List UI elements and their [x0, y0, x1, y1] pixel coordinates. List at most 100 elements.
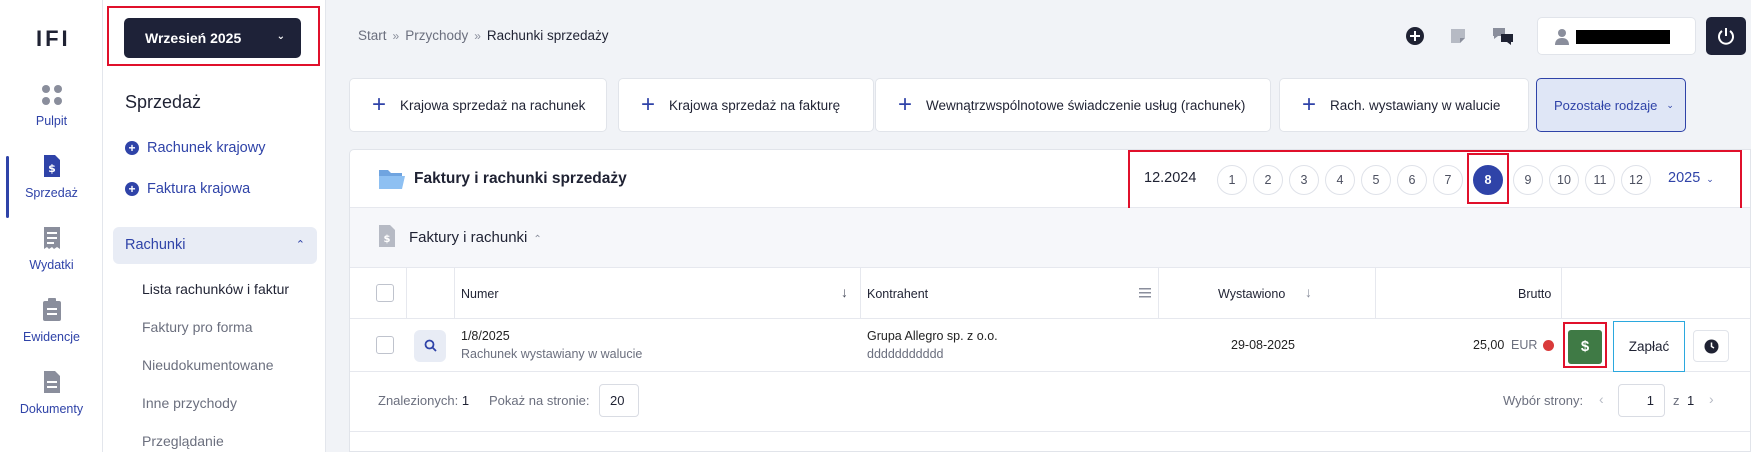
- power-icon: [1718, 28, 1734, 45]
- per-page-label: Pokaż na stronie:: [489, 393, 590, 408]
- column-divider: [454, 268, 455, 318]
- month-pill-7[interactable]: 7: [1433, 165, 1463, 195]
- rail-item-pulpit[interactable]: Pulpit: [0, 84, 103, 156]
- sidebar-item-nieudokumentowane[interactable]: Nieudokumentowane: [142, 357, 274, 373]
- column-header-issued[interactable]: Wystawiono: [1218, 287, 1285, 301]
- action-label: Krajowa sprzedaż na rachunek: [400, 97, 586, 113]
- contractor-note: ddddddddddd: [867, 347, 944, 361]
- chevron-up-icon: ⌃: [533, 234, 542, 245]
- month-pill-2[interactable]: 2: [1253, 165, 1283, 195]
- logout-button[interactable]: [1706, 17, 1746, 55]
- of-label: z: [1673, 393, 1680, 408]
- rail-item-ewidencje[interactable]: Ewidencje: [0, 298, 103, 370]
- accordion-rachunki[interactable]: Rachunki ⌃: [113, 227, 317, 264]
- invoices-card: Faktury i rachunki sprzedaży 12.2024 1 2…: [349, 149, 1751, 452]
- column-divider: [860, 268, 861, 318]
- month-selector-button[interactable]: Wrzesień 2025 ⌄: [124, 18, 301, 58]
- month-pill-6[interactable]: 6: [1397, 165, 1427, 195]
- breadcrumb: Start » Przychody » Rachunki sprzedaży: [358, 28, 608, 43]
- plus-circle-icon: +: [125, 182, 139, 196]
- sort-down-icon[interactable]: ↓: [1305, 284, 1312, 300]
- rail-label: Wydatki: [29, 258, 74, 272]
- chevron-left-icon[interactable]: ‹: [1599, 391, 1604, 407]
- note-icon[interactable]: [1448, 26, 1468, 46]
- per-page-input[interactable]: 20: [599, 384, 639, 417]
- column-divider: [406, 268, 407, 318]
- chat-icon[interactable]: [1491, 26, 1515, 46]
- chevron-right-icon[interactable]: ›: [1709, 391, 1714, 407]
- invoice-dollar-icon: $: [379, 225, 395, 247]
- chevron-right-icon: »: [474, 28, 481, 43]
- add-circle-icon[interactable]: [1405, 26, 1425, 46]
- action-krajowa-rachunek-button[interactable]: + Krajowa sprzedaż na rachunek: [349, 78, 607, 132]
- rail-item-sprzedaz[interactable]: $ Sprzedaż: [0, 154, 103, 226]
- user-icon: [1555, 29, 1569, 45]
- action-wewnatrzwspolnotowe-button[interactable]: + Wewnątrzwspólnotowe świadczenie usług …: [875, 78, 1271, 132]
- grid-dots-icon: [41, 85, 62, 105]
- year-label: 2025: [1668, 170, 1701, 186]
- folder-open-icon: [379, 170, 405, 189]
- column-header-gross[interactable]: Brutto: [1518, 287, 1551, 301]
- action-waluta-button[interactable]: + Rach. wystawiany w walucie: [1279, 78, 1529, 132]
- unpaid-status-dot: [1543, 340, 1554, 351]
- gross-amount: 25,00: [1473, 338, 1505, 352]
- menu-lines-icon[interactable]: [1139, 287, 1151, 299]
- sidebar-item-przegladanie[interactable]: Przeglądanie: [142, 433, 224, 449]
- total-pages: 1: [1687, 393, 1695, 408]
- link-rachunek-krajowy[interactable]: + Rachunek krajowy: [125, 140, 265, 156]
- action-label: Krajowa sprzedaż na fakturę: [669, 97, 841, 113]
- search-icon: [424, 339, 437, 352]
- month-pill-5[interactable]: 5: [1361, 165, 1391, 195]
- period-label[interactable]: 12.2024: [1144, 170, 1196, 186]
- month-pill-3[interactable]: 3: [1289, 165, 1319, 195]
- action-label: Wewnątrzwspólnotowe świadczenie usług (r…: [926, 97, 1246, 113]
- rail-label: Ewidencje: [23, 330, 80, 344]
- other-types-dropdown[interactable]: Pozostałe rodzaje ⌄: [1536, 78, 1686, 132]
- table-row: 1/8/2025 Rachunek wystawiany w walucie G…: [350, 319, 1750, 372]
- month-pill-10[interactable]: 10: [1549, 165, 1579, 195]
- action-label: Rach. wystawiany w walucie: [1330, 97, 1501, 113]
- plus-icon: +: [372, 91, 387, 118]
- select-all-checkbox[interactable]: [376, 284, 394, 302]
- rail-item-dokumenty[interactable]: Dokumenty: [0, 370, 103, 442]
- chevron-up-icon: ⌃: [295, 239, 305, 251]
- page-input[interactable]: 1: [1618, 384, 1665, 417]
- accordion-label: Rachunki: [125, 237, 186, 253]
- pay-dollar-button[interactable]: $: [1568, 330, 1602, 364]
- breadcrumb-current: Rachunki sprzedaży: [486, 28, 609, 43]
- sidebar: Wrzesień 2025 ⌄ Sprzedaż + Rachunek kraj…: [103, 0, 326, 452]
- month-pill-9[interactable]: 9: [1513, 165, 1543, 195]
- month-pill-1[interactable]: 1: [1217, 165, 1247, 195]
- rail-item-wydatki[interactable]: Wydatki: [0, 226, 103, 298]
- invoice-number[interactable]: 1/8/2025: [461, 329, 510, 343]
- column-header-number[interactable]: Numer: [461, 287, 499, 301]
- table-footer: Znalezionych: 1 Pokaż na stronie: 20 Wyb…: [350, 372, 1750, 432]
- sidebar-item-pro-forma[interactable]: Faktury pro forma: [142, 319, 252, 335]
- preview-button[interactable]: [414, 330, 446, 362]
- month-pill-11[interactable]: 11: [1585, 165, 1615, 195]
- month-pill-8-active[interactable]: 8: [1473, 165, 1503, 195]
- pay-button[interactable]: Zapłać: [1613, 321, 1685, 372]
- table-header: Numer ↓ Kontrahent Wystawiono ↓ Brutto: [350, 268, 1750, 319]
- sidebar-item-inne[interactable]: Inne przychody: [142, 395, 237, 411]
- sidebar-item-lista[interactable]: Lista rachunków i faktur: [142, 281, 289, 297]
- history-button[interactable]: [1693, 330, 1729, 362]
- row-checkbox[interactable]: [376, 336, 394, 354]
- action-krajowa-faktura-button[interactable]: + Krajowa sprzedaż na fakturę: [618, 78, 874, 132]
- rail-label: Sprzedaż: [25, 186, 78, 200]
- breadcrumb-item[interactable]: Start: [358, 28, 387, 43]
- column-header-contractor[interactable]: Kontrahent: [867, 287, 928, 301]
- receipt-icon: [43, 227, 60, 249]
- section-title: Sprzedaż: [125, 92, 202, 112]
- link-faktura-krajowa[interactable]: + Faktura krajowa: [125, 181, 250, 197]
- sort-down-icon[interactable]: ↓: [841, 284, 848, 300]
- contractor-name: Grupa Allegro sp. z o.o.: [867, 329, 998, 343]
- currency: EUR: [1511, 338, 1538, 352]
- breadcrumb-item[interactable]: Przychody: [405, 28, 468, 43]
- month-pill-12[interactable]: 12: [1621, 165, 1651, 195]
- month-pill-4[interactable]: 4: [1325, 165, 1355, 195]
- subsection-header[interactable]: $ Faktury i rachunki ⌃: [350, 208, 1750, 268]
- subsection-title: Faktury i rachunki ⌃: [409, 229, 542, 246]
- year-selector[interactable]: 2025 ⌄: [1668, 170, 1714, 186]
- user-menu[interactable]: [1537, 17, 1696, 55]
